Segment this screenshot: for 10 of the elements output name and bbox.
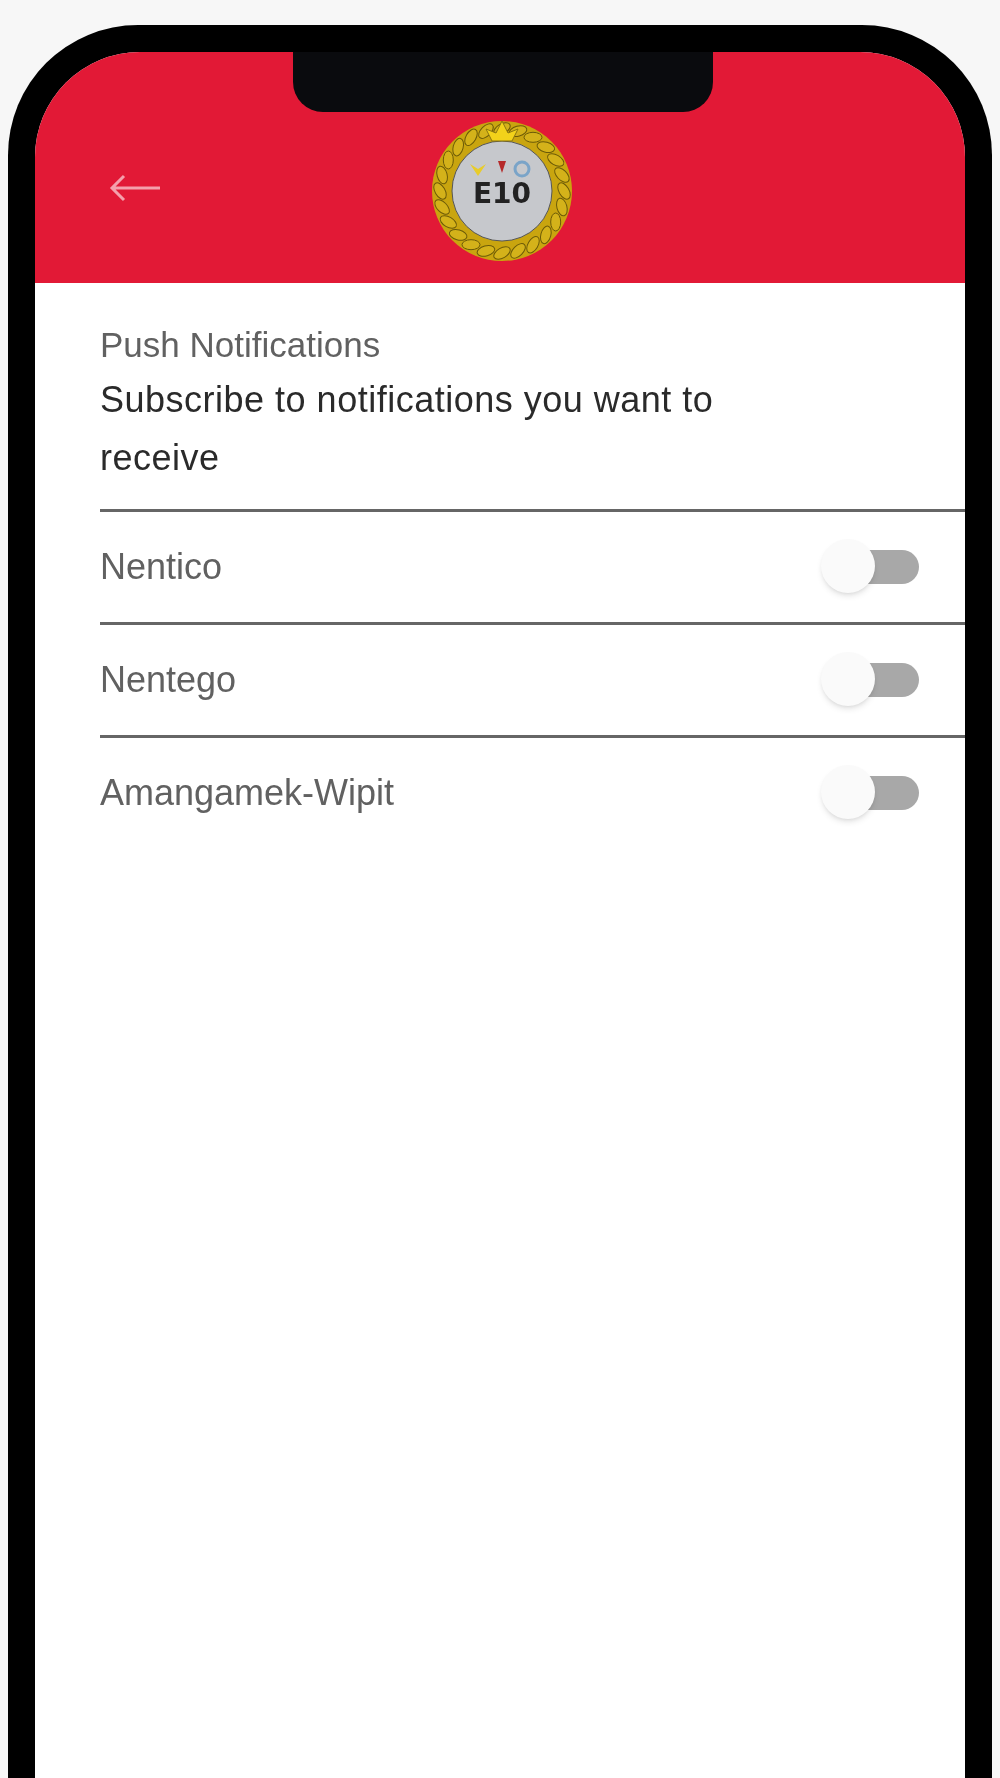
- toggle-switch[interactable]: [821, 539, 921, 595]
- badge-logo: E10: [430, 119, 574, 263]
- subscription-label: Nentego: [100, 658, 237, 702]
- subscription-label: Amangamek-Wipit: [100, 771, 395, 815]
- toggle-switch[interactable]: [821, 765, 921, 821]
- back-arrow-icon[interactable]: [108, 172, 162, 203]
- section-subtitle: Subscribe to notifications you want to receive: [100, 378, 715, 480]
- toggle-switch[interactable]: [821, 652, 921, 708]
- section-title: Push Notifications: [100, 324, 382, 366]
- subscription-label: Nentico: [100, 545, 223, 589]
